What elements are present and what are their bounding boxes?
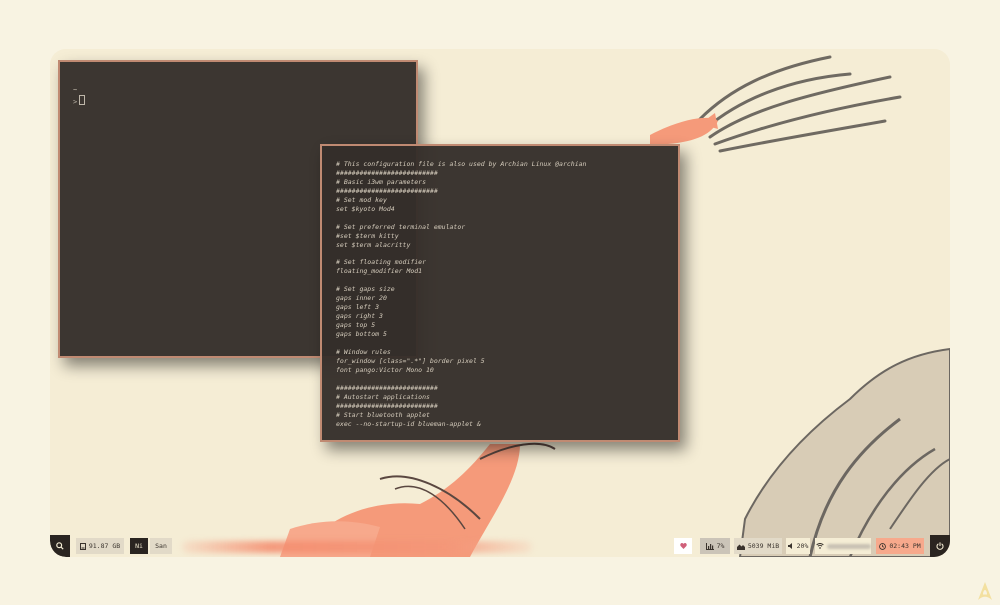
power-button[interactable] bbox=[930, 535, 950, 557]
terminal-cursor bbox=[79, 95, 86, 105]
desktop: ~ > # This configuration file is also us… bbox=[50, 49, 950, 557]
code-line: font pango:Victor Mono 10 bbox=[336, 365, 434, 374]
disk-usage[interactable]: 91.87 GB bbox=[76, 538, 124, 554]
heart-icon bbox=[679, 543, 687, 549]
code-line: ########################## bbox=[336, 401, 438, 410]
disk-usage-value: 91.87 GB bbox=[88, 542, 121, 550]
code-line: gaps right 3 bbox=[336, 312, 383, 321]
code-line: floating_modifier Mod1 bbox=[336, 267, 423, 276]
code-line: gaps bottom 5 bbox=[336, 330, 387, 339]
prompt-directory: ~ bbox=[73, 86, 78, 94]
prompt-symbol: > bbox=[73, 98, 78, 106]
search-icon bbox=[56, 542, 64, 550]
workspace-label: San bbox=[155, 542, 167, 550]
memory-usage[interactable]: 5039 MiB bbox=[734, 538, 782, 554]
volume-control[interactable]: 20% bbox=[786, 538, 810, 554]
code-line: # Window rules bbox=[336, 348, 391, 357]
code-line: set $term alacritty bbox=[336, 240, 411, 249]
heart-button[interactable] bbox=[674, 538, 692, 554]
cpu-usage[interactable]: 7% bbox=[700, 538, 730, 554]
code-line: #set $term kitty bbox=[336, 231, 399, 240]
area-chart-icon bbox=[736, 544, 745, 550]
clock-value: 02:43 PM bbox=[889, 542, 921, 550]
code-line: gaps left 3 bbox=[336, 303, 380, 312]
code-line: for_window [class=".*"] border pixel 5 bbox=[336, 356, 485, 365]
memory-usage-value: 5039 MiB bbox=[747, 542, 780, 550]
clock[interactable]: 02:43 PM bbox=[876, 538, 924, 554]
workspace-san[interactable]: San bbox=[150, 538, 172, 554]
code-line: # Set preferred terminal emulator bbox=[336, 222, 466, 231]
speaker-icon bbox=[787, 543, 792, 549]
cpu-usage-value: 7% bbox=[716, 542, 725, 550]
clock-icon bbox=[879, 542, 887, 550]
code-line: # Set floating modifier bbox=[336, 258, 427, 267]
window-title-blurred bbox=[182, 541, 532, 553]
code-line: set $kyoto Mod4 bbox=[336, 204, 395, 213]
code-line: # Set gaps size bbox=[336, 285, 395, 294]
volume-value: 20% bbox=[796, 542, 809, 550]
code-line: exec --no-startup-id blueman-applet & bbox=[336, 419, 481, 428]
search-button[interactable] bbox=[50, 535, 70, 557]
code-line: gaps inner 20 bbox=[336, 294, 387, 303]
terminal-prompt: ~ > bbox=[73, 86, 86, 107]
code-line: # This configuration file is also used b… bbox=[336, 160, 587, 168]
code-line: # Set mod key bbox=[336, 195, 387, 204]
code-line: # Basic i3wm parameters bbox=[336, 177, 427, 186]
wifi-status[interactable] bbox=[815, 538, 871, 554]
code-line: ########################## bbox=[336, 186, 438, 195]
status-bar: 91.87 GB Ni San 7% 5039 MiB 20% 02:43 PM bbox=[50, 535, 950, 557]
workspace-label: Ni bbox=[135, 542, 143, 550]
power-icon bbox=[936, 542, 944, 550]
arch-logo-icon bbox=[978, 582, 992, 600]
wifi-network-name-redacted bbox=[826, 543, 871, 549]
code-line: # Autostart applications bbox=[336, 392, 430, 401]
workspace-ni[interactable]: Ni bbox=[130, 538, 148, 554]
wifi-icon bbox=[815, 543, 824, 549]
hard-drive-icon bbox=[79, 542, 86, 550]
code-line: ########################## bbox=[336, 383, 438, 392]
terminal-window-right[interactable]: # This configuration file is also used b… bbox=[320, 144, 680, 442]
bar-chart-icon bbox=[705, 542, 714, 550]
code-line: gaps top 5 bbox=[336, 321, 376, 330]
code-line: # Start bluetooth applet bbox=[336, 410, 430, 419]
config-file-text: # This configuration file is also used b… bbox=[336, 160, 586, 429]
code-line: ########################## bbox=[336, 168, 438, 177]
